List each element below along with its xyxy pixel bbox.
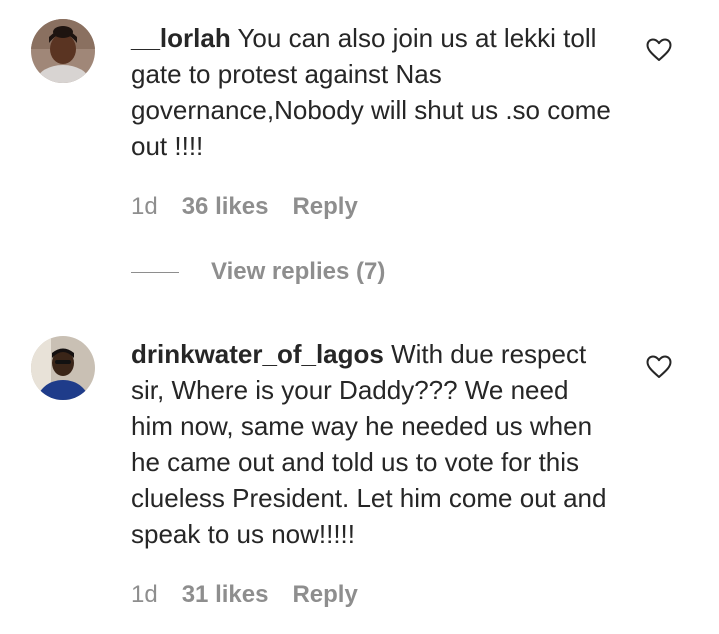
view-replies-label: View replies (7) [211, 258, 386, 285]
reply-button[interactable]: Reply [292, 580, 357, 610]
comment-meta: 1d 36 likes Reply [131, 192, 358, 222]
comment-item: __lorlah You can also join us at lekki t… [0, 0, 719, 300]
user-avatar[interactable] [31, 19, 95, 83]
comment-username[interactable]: __lorlah [131, 23, 231, 53]
view-replies-divider [131, 271, 179, 273]
comment-text: drinkwater_of_lagos With due respect sir… [131, 336, 611, 552]
comment-timestamp: 1d [131, 581, 158, 608]
comment-item: drinkwater_of_lagos With due respect sir… [0, 318, 719, 634]
view-replies-button[interactable]: View replies (7) [131, 257, 385, 287]
avatar-photo-icon [31, 19, 95, 83]
like-heart-icon[interactable] [646, 38, 672, 62]
avatar-photo-icon [31, 336, 95, 400]
comment-timestamp: 1d [131, 193, 158, 220]
comment-username[interactable]: drinkwater_of_lagos [131, 339, 384, 369]
comment-likes-count[interactable]: 31 likes [182, 580, 269, 610]
comment-body: With due respect sir, Where is your Dadd… [131, 339, 607, 549]
user-avatar[interactable] [31, 336, 95, 400]
like-heart-icon[interactable] [646, 355, 672, 379]
comment-text: __lorlah You can also join us at lekki t… [131, 20, 611, 164]
reply-button[interactable]: Reply [292, 192, 357, 222]
comment-likes-count[interactable]: 36 likes [182, 192, 269, 222]
comment-meta: 1d 31 likes Reply [131, 580, 358, 610]
